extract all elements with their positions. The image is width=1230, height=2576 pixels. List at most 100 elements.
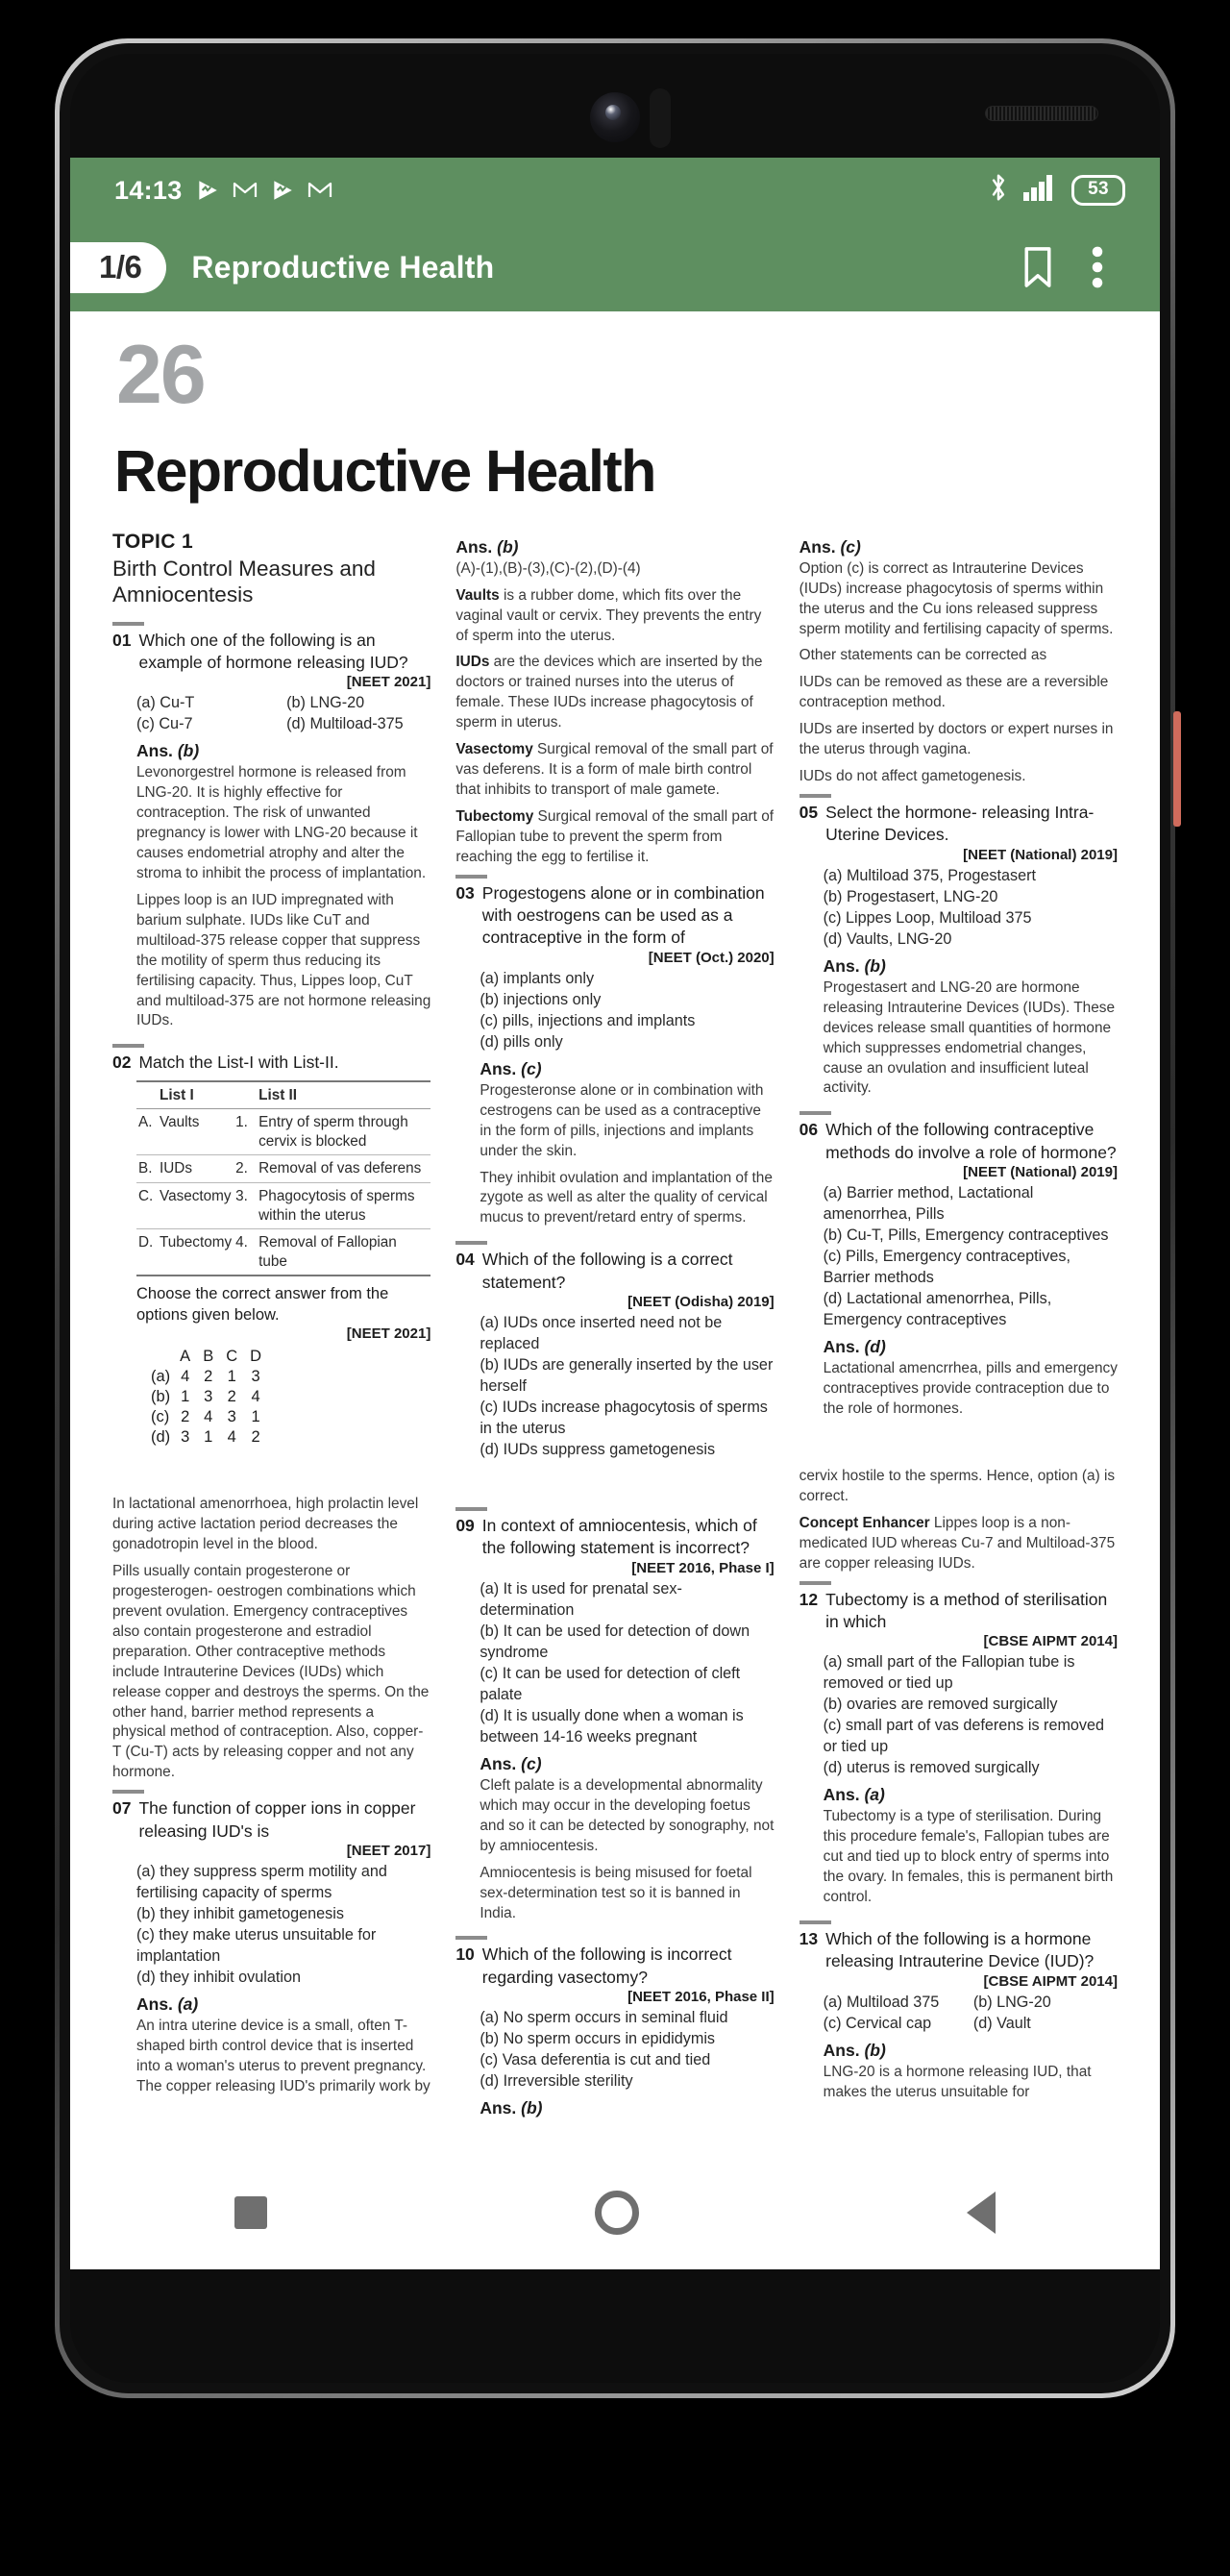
- front-camera-icon: [590, 92, 640, 142]
- option-item[interactable]: (b) injections only: [480, 989, 774, 1010]
- term-body: is a rubber dome, which fits over the va…: [455, 586, 762, 644]
- explanation-paragraph: Option (c) is correct as Intrauterine De…: [799, 559, 1114, 637]
- question-rule: [112, 621, 144, 626]
- option-item[interactable]: (a) It is used for prenatal sex-determin…: [480, 1578, 774, 1621]
- camera-lens: [605, 105, 621, 120]
- recents-square-icon[interactable]: [234, 2196, 267, 2229]
- option-item[interactable]: (d) Multiload-375: [286, 713, 430, 734]
- option-item[interactable]: (a) they suppress sperm motility and fer…: [136, 1861, 430, 1903]
- option-item[interactable]: (b) Cu-T, Pills, Emergency contraceptive…: [824, 1225, 1118, 1246]
- option-item[interactable]: (a) implants only: [480, 968, 774, 989]
- option-item[interactable]: (a) Multiload 375, Progestasert: [824, 865, 1118, 886]
- answer-label: Ans. (c): [480, 1754, 774, 1774]
- option-item[interactable]: (c) It can be used for detection of clef…: [480, 1663, 774, 1705]
- option-item[interactable]: (c) Cervical cap: [824, 2013, 968, 2034]
- option-item[interactable]: (b) It can be used for detection of down…: [480, 1621, 774, 1663]
- proximity-sensor-icon: [650, 88, 671, 148]
- question-03: 03 Progestogens alone or in combination …: [455, 874, 775, 1228]
- option-item[interactable]: (d) It is usually done when a woman is b…: [480, 1705, 774, 1747]
- option-item[interactable]: (d) they inhibit ovulation: [136, 1967, 430, 1988]
- option-item[interactable]: (c) Cu-7: [136, 713, 281, 734]
- explanation-paragraph: Lactational amencrrhea, pills and emerge…: [823, 1360, 1118, 1418]
- option-item[interactable]: (b) ovaries are removed surgically: [824, 1694, 1118, 1715]
- exam-tag: [NEET 2017]: [346, 1842, 431, 1859]
- option-item[interactable]: (c) Lippes Loop, Multiload 375: [824, 907, 1118, 929]
- option-item[interactable]: (b) LNG-20: [973, 1992, 1118, 2013]
- option-item[interactable]: (a) Barrier method, Lactational amenorrh…: [824, 1182, 1118, 1225]
- option-item[interactable]: (d) uterus is removed surgically: [824, 1757, 1118, 1778]
- option-item[interactable]: (d) Irreversible sterility: [480, 2070, 774, 2092]
- answer-key: (b): [864, 955, 886, 976]
- explanation-paragraph: Tubectomy is a type of sterilisation. Du…: [823, 1808, 1114, 1906]
- answer-word: Ans.: [823, 1337, 860, 1357]
- grid-row[interactable]: (b) 1 3 2 4: [151, 1387, 274, 1407]
- option-item[interactable]: (b) they inhibit gametogenesis: [136, 1903, 430, 1924]
- option-item[interactable]: (c) Vasa deferentia is cut and tied: [480, 2049, 774, 2070]
- status-bar: 14:13 53: [70, 158, 1160, 223]
- option-item[interactable]: (b) IUDs are generally inserted by the u…: [480, 1354, 774, 1397]
- earpiece-speaker: [985, 106, 1098, 121]
- question-rule: [455, 1936, 488, 1941]
- option-item[interactable]: (a) Multiload 375: [824, 1992, 968, 2013]
- option-item[interactable]: (b) Progestasert, LNG-20: [824, 886, 1118, 907]
- bookmark-icon[interactable]: [1008, 237, 1068, 297]
- back-triangle-icon[interactable]: [967, 2192, 996, 2234]
- explanation-paragraph: IUDs can be removed as these are a rever…: [799, 674, 1109, 711]
- answer-key: (b): [177, 741, 200, 761]
- status-time: 14:13: [114, 175, 183, 205]
- page-break-gap: [112, 1460, 430, 1495]
- topic-name: Birth Control Measures and Amniocentesis: [112, 556, 376, 607]
- option-item[interactable]: (c) Pills, Emergency contraceptives, Bar…: [824, 1246, 1118, 1288]
- option-item[interactable]: (a) Cu-T: [136, 692, 281, 713]
- answer-grid: A B C D (a) 4 2 1 3 (b) 1 3 2 4 (c) 2 4 …: [151, 1347, 430, 1448]
- question-number: 01: [112, 630, 132, 650]
- answer-key: (c): [521, 1058, 542, 1078]
- question-number: 03: [455, 882, 475, 903]
- option-item[interactable]: (c) IUDs increase phagocytosis of sperms…: [480, 1397, 774, 1439]
- option-item[interactable]: (c) they make uterus unsuitable for impl…: [136, 1924, 430, 1967]
- status-bar-left: 14:13: [114, 176, 332, 206]
- option-item[interactable]: (b) LNG-20: [286, 692, 430, 713]
- home-circle-icon[interactable]: [594, 2191, 639, 2235]
- exam-tag: [NEET (Odisha) 2019]: [627, 1293, 775, 1310]
- book-page: 26 Reproductive Health TOPIC 1 Birth Con…: [70, 311, 1160, 2269]
- grid-value: 1: [227, 1368, 236, 1386]
- row-num: 3.: [234, 1181, 258, 1229]
- term-tubectomy: Tubectomy: [455, 808, 534, 826]
- answer-label: Ans. (a): [824, 1785, 1118, 1805]
- grid-label: (a): [151, 1368, 171, 1386]
- grid-row[interactable]: (c) 2 4 3 1: [151, 1407, 274, 1427]
- term-iuds: IUDs: [455, 654, 490, 671]
- option-item[interactable]: (a) small part of the Fallopian tube is …: [824, 1651, 1118, 1694]
- option-item[interactable]: (a) No sperm occurs in seminal fluid: [480, 2007, 774, 2028]
- volume-button[interactable]: [1173, 711, 1181, 827]
- more-vertical-icon[interactable]: [1068, 237, 1127, 297]
- question-number: 05: [799, 803, 819, 823]
- option-item[interactable]: (c) pills, injections and implants: [480, 1010, 774, 1031]
- options-list: (a) IUDs once inserted need not be repla…: [480, 1312, 774, 1460]
- exam-tag: [NEET (National) 2019]: [963, 1163, 1118, 1180]
- grid-value: 1: [251, 1408, 260, 1426]
- grid-value: 4: [181, 1368, 190, 1386]
- match-table: List I List II A. Vaults 1. Entry of spe…: [136, 1079, 431, 1277]
- grid-row[interactable]: (a) 4 2 1 3: [151, 1367, 274, 1387]
- grid-blank: [151, 1347, 180, 1367]
- option-item[interactable]: (d) Lactational amenorrhea, Pills, Emerg…: [824, 1288, 1118, 1330]
- grid-row[interactable]: (d) 3 1 4 2: [151, 1427, 274, 1448]
- phone-bezel: 14:13 53 1/6 Reproductive Health 26 Repr…: [60, 43, 1170, 2393]
- question-rule: [799, 1580, 831, 1585]
- option-item[interactable]: (d) pills only: [480, 1031, 774, 1053]
- option-item[interactable]: (d) IUDs suppress gametogenesis: [480, 1439, 774, 1460]
- option-item[interactable]: (c) small part of vas deferens is remove…: [824, 1715, 1118, 1757]
- grid-value: 1: [204, 1428, 213, 1447]
- explanation-paragraph: Levonorgestrel hormone is released from …: [136, 764, 427, 881]
- option-item[interactable]: (d) Vaults, LNG-20: [824, 929, 1118, 950]
- option-item[interactable]: (a) IUDs once inserted need not be repla…: [480, 1312, 774, 1354]
- option-item[interactable]: (d) Vault: [973, 2013, 1118, 2034]
- options-list: (a) small part of the Fallopian tube is …: [824, 1651, 1118, 1778]
- row-num: 1.: [235, 1114, 248, 1131]
- term-vasectomy: Vasectomy: [455, 741, 533, 758]
- grid-label: (c): [151, 1408, 170, 1426]
- explanation-paragraph: Tubectomy Surgical removal of the small …: [455, 807, 774, 868]
- option-item[interactable]: (b) No sperm occurs in epididymis: [480, 2028, 774, 2049]
